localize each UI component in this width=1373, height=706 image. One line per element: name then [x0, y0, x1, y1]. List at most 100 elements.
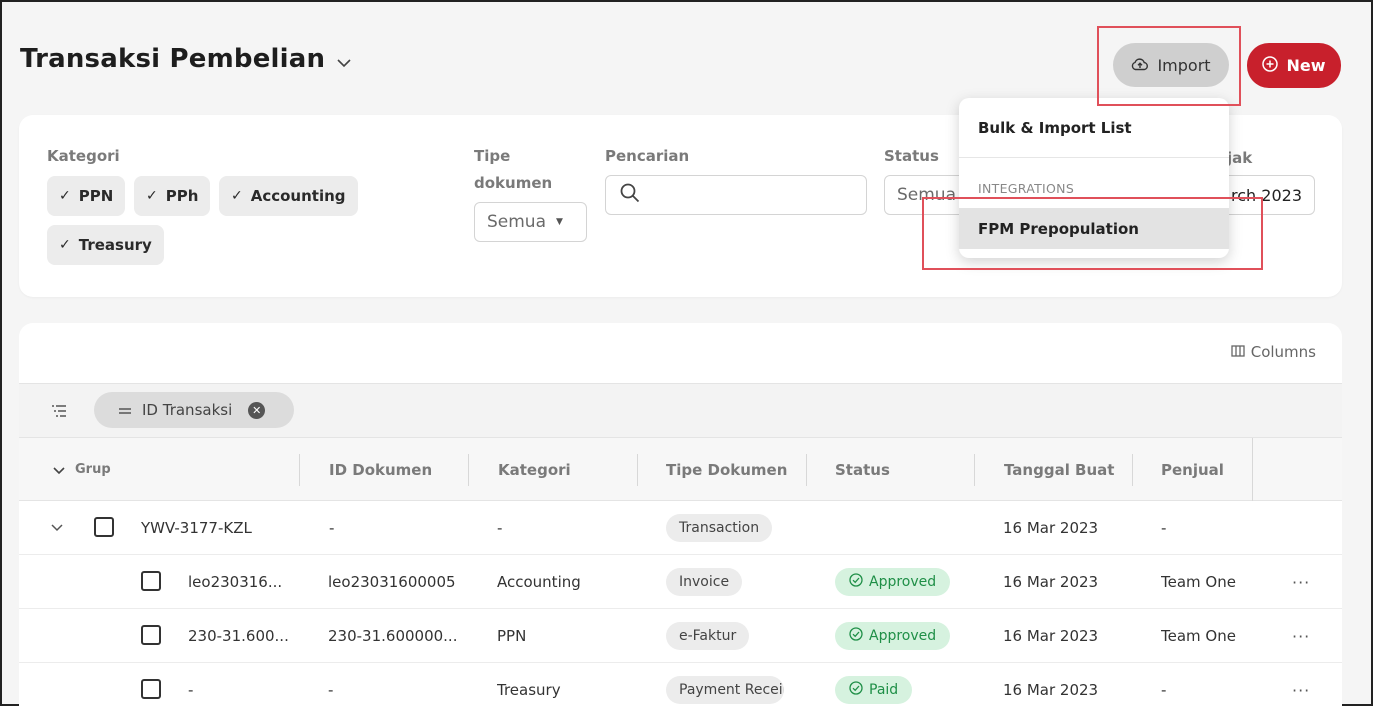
- tipe-tag: Invoice: [666, 568, 743, 596]
- row-checkbox[interactable]: [141, 679, 161, 699]
- menu-item-fpm-prepopulation[interactable]: FPM Prepopulation: [959, 208, 1229, 249]
- check-circle-icon: [849, 627, 863, 645]
- header-tanggal-buat[interactable]: Tanggal Buat: [1004, 438, 1114, 501]
- column-separator[interactable]: [806, 454, 807, 486]
- cell-penjual: -: [1161, 681, 1167, 699]
- chip-label: PPN: [78, 187, 114, 205]
- caret-down-icon: ▼: [556, 217, 563, 227]
- check-icon: ✓: [231, 188, 243, 204]
- header-status[interactable]: Status: [835, 438, 890, 501]
- header-label: Tipe Dokumen: [666, 460, 788, 479]
- status-badge: Approved: [835, 622, 951, 650]
- plus-circle-icon: [1262, 55, 1279, 76]
- cell-tipe: Payment Receip: [666, 663, 784, 706]
- header-label: Status: [835, 460, 890, 479]
- status-label: Status: [884, 147, 939, 165]
- row-checkbox[interactable]: [141, 625, 161, 645]
- new-button[interactable]: New: [1247, 43, 1341, 88]
- kategori-label: Kategori: [47, 147, 120, 165]
- menu-item-bulk-import-list[interactable]: Bulk & Import List: [959, 107, 1229, 149]
- cell-penjual: Team One: [1161, 627, 1236, 645]
- status-badge: Approved: [835, 568, 951, 596]
- chip-label: Treasury: [78, 236, 152, 254]
- cell-tipe: Transaction: [666, 501, 773, 555]
- cell-id-dokumen: -: [329, 519, 335, 537]
- check-circle-icon: [849, 573, 863, 591]
- column-separator[interactable]: [468, 454, 469, 486]
- tipe-dokumen-value: Semua: [487, 212, 547, 232]
- status-label: Paid: [869, 682, 899, 698]
- cell-id-dokumen: -: [328, 681, 334, 699]
- cell-group: -: [188, 681, 194, 699]
- kategori-chip-accounting[interactable]: ✓ Accounting: [219, 176, 358, 216]
- cell-kategori: PPN: [497, 627, 527, 645]
- header-kategori[interactable]: Kategori: [498, 438, 571, 501]
- grouping-bar: ID Transaksi ✕: [19, 383, 1342, 438]
- column-separator[interactable]: [637, 454, 638, 486]
- masa-pajak-label: jak: [1227, 149, 1253, 167]
- columns-label: Columns: [1250, 343, 1316, 361]
- tipe-tag: Payment Receip: [666, 676, 784, 704]
- tipe-tag: Transaction: [666, 514, 773, 542]
- import-button[interactable]: Import: [1113, 43, 1229, 87]
- columns-button[interactable]: Columns: [1231, 343, 1316, 361]
- row-checkbox[interactable]: [94, 517, 114, 537]
- chip-label: Accounting: [250, 187, 346, 205]
- status-value: Semua: [897, 185, 957, 205]
- search-icon: [620, 183, 640, 207]
- kategori-chip-pph[interactable]: ✓ PPh: [134, 176, 211, 216]
- chevron-down-icon[interactable]: [53, 461, 65, 479]
- import-dropdown-menu: Bulk & Import List INTEGRATIONS FPM Prep…: [959, 98, 1229, 258]
- column-separator[interactable]: [1132, 454, 1133, 486]
- chevron-down-icon[interactable]: [337, 53, 351, 72]
- columns-icon: [1231, 343, 1245, 361]
- menu-section-label: INTEGRATIONS: [978, 180, 1075, 196]
- cell-tanggal: 16 Mar 2023: [1003, 681, 1099, 699]
- cell-tipe: e-Faktur: [666, 609, 750, 663]
- header-tipe-dokumen[interactable]: Tipe Dokumen: [666, 438, 787, 501]
- cell-tanggal: 16 Mar 2023: [1003, 519, 1099, 537]
- column-separator: [1252, 438, 1253, 501]
- header-penjual[interactable]: Penjual: [1161, 438, 1224, 501]
- tipe-dokumen-select[interactable]: Semua ▼: [474, 202, 587, 242]
- cloud-upload-icon: [1131, 56, 1149, 75]
- group-chip-id-transaksi[interactable]: ID Transaksi ✕: [94, 392, 294, 428]
- column-separator[interactable]: [974, 454, 975, 486]
- new-label: New: [1286, 56, 1326, 75]
- row-menu-icon[interactable]: ···: [1292, 555, 1310, 609]
- check-icon: ✓: [59, 188, 71, 204]
- header-id-dokumen[interactable]: ID Dokumen: [329, 438, 432, 501]
- header-grup[interactable]: Grup: [53, 438, 111, 501]
- cell-penjual: Team One: [1161, 573, 1236, 591]
- kategori-chip-treasury[interactable]: ✓ Treasury: [47, 225, 164, 265]
- menu-section-heading: INTEGRATIONS: [959, 176, 1229, 200]
- header-label: Grup: [75, 462, 111, 477]
- header-label: ID Dokumen: [329, 460, 433, 479]
- cell-kategori: Treasury: [497, 681, 561, 699]
- group-list-icon[interactable]: [51, 403, 67, 422]
- table-row[interactable]: 230-31.600... 230-31.600000... PPN e-Fak…: [19, 609, 1342, 663]
- menu-divider: [959, 157, 1229, 158]
- status-badge: Paid: [835, 676, 913, 704]
- close-icon[interactable]: ✕: [248, 401, 266, 419]
- chevron-down-icon[interactable]: [51, 501, 63, 555]
- data-table: Columns ID Transaksi ✕ Grup ID Dokumen K…: [19, 323, 1342, 706]
- column-separator[interactable]: [299, 454, 300, 486]
- table-row[interactable]: leo230316... leo23031600005 Accounting I…: [19, 555, 1342, 609]
- row-checkbox[interactable]: [141, 571, 161, 591]
- cell-tanggal: 16 Mar 2023: [1003, 627, 1099, 645]
- cell-tipe: Invoice: [666, 555, 743, 609]
- row-menu-icon[interactable]: ···: [1292, 609, 1310, 663]
- search-input[interactable]: [605, 175, 867, 215]
- check-icon: ✓: [59, 237, 71, 253]
- table-row-group[interactable]: YWV-3177-KZL - - Transaction 16 Mar 2023…: [19, 501, 1342, 555]
- kategori-chip-ppn[interactable]: ✓ PPN: [47, 176, 126, 216]
- masa-pajak-value: rch 2023: [1231, 185, 1302, 205]
- table-row[interactable]: - - Treasury Payment Receip Paid 16 Mar …: [19, 663, 1342, 706]
- cell-group: YWV-3177-KZL: [141, 519, 252, 537]
- page-title-text: Transaksi Pembelian: [20, 44, 326, 74]
- row-menu-icon[interactable]: ···: [1292, 663, 1310, 706]
- group-chip-label: ID Transaksi: [142, 401, 233, 419]
- drag-handle-icon[interactable]: [118, 401, 132, 419]
- page-title[interactable]: Transaksi Pembelian: [20, 44, 351, 74]
